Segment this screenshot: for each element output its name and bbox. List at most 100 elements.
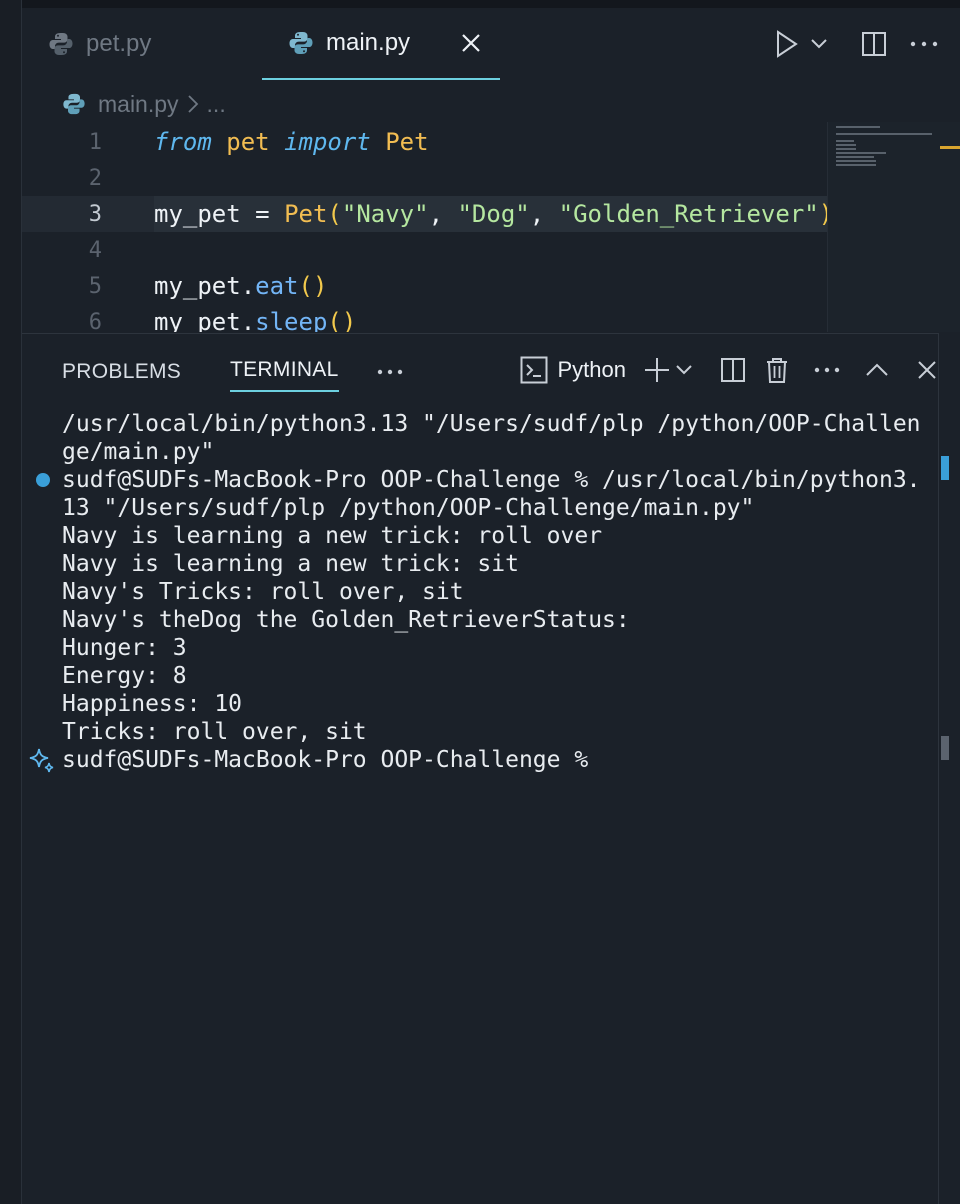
python-icon bbox=[49, 33, 73, 55]
terminal-output[interactable]: /usr/local/bin/python3.13 "/Users/sudf/p… bbox=[29, 410, 932, 774]
kill-terminal-button[interactable] bbox=[762, 350, 792, 390]
editor-actions bbox=[770, 8, 960, 80]
trash-icon bbox=[767, 358, 787, 383]
new-terminal-dropdown[interactable] bbox=[672, 350, 696, 390]
terminal-line: 13 "/Users/sudf/plp /python/OOP-Challeng… bbox=[62, 495, 755, 521]
code-token: . bbox=[240, 308, 256, 332]
code-token: ( bbox=[327, 200, 342, 228]
breadcrumb-file[interactable]: main.py bbox=[98, 91, 179, 118]
run-button[interactable] bbox=[770, 24, 804, 64]
breadcrumb: main.py ... bbox=[62, 86, 226, 122]
close-icon bbox=[918, 361, 936, 379]
code-line[interactable]: 1 from pet import Pet bbox=[22, 124, 827, 160]
terminal-line: Happiness: 10 bbox=[62, 691, 243, 717]
code-line[interactable]: 6 my_pet.sleep() bbox=[22, 304, 827, 332]
panel-more-actions-button[interactable] bbox=[810, 350, 844, 390]
terminal-line: ge/main.py" bbox=[62, 439, 215, 465]
code-token: my_pet bbox=[154, 272, 241, 300]
terminal-line: sudf@SUDFs-MacBook-Pro OOP-Challenge % bbox=[62, 747, 589, 773]
code-token: pet bbox=[226, 128, 270, 156]
command-decoration-dot[interactable] bbox=[36, 473, 50, 487]
more-actions-button[interactable] bbox=[904, 24, 944, 64]
code-token: my_pet bbox=[154, 200, 241, 228]
code-token: eat bbox=[255, 272, 299, 300]
tab-pet-py[interactable]: pet.py bbox=[48, 8, 263, 80]
code-token: "Navy" bbox=[341, 200, 429, 228]
code-token: Pet bbox=[385, 128, 429, 156]
window-top-strip bbox=[0, 0, 960, 8]
python-icon bbox=[63, 93, 85, 115]
split-editor-button[interactable] bbox=[854, 24, 894, 64]
close-icon[interactable] bbox=[460, 32, 482, 54]
breadcrumb-symbols[interactable]: ... bbox=[207, 91, 226, 118]
code-text: my_pet = Pet("Navy", "Dog", "Golden_Retr… bbox=[154, 200, 827, 228]
minimap[interactable] bbox=[827, 122, 960, 332]
maximize-panel-button[interactable] bbox=[860, 350, 894, 390]
tab-main-py[interactable]: main.py bbox=[262, 8, 500, 80]
code-token: Pet bbox=[284, 200, 328, 228]
chevron-right-icon bbox=[187, 95, 198, 113]
code-editor[interactable]: 1 from pet import Pet 2 3 my_pet = Pet("Navy… bbox=[22, 122, 827, 332]
ellipsis-icon bbox=[377, 369, 403, 375]
terminal-line: Tricks: roll over, sit bbox=[62, 719, 367, 745]
split-editor-icon bbox=[862, 32, 886, 56]
split-terminal-icon bbox=[721, 358, 745, 382]
new-terminal-button[interactable] bbox=[642, 350, 672, 390]
code-line[interactable]: 3 my_pet = Pet("Navy", "Dog", "Golden_Ret… bbox=[22, 196, 827, 232]
tab-label: pet.py bbox=[86, 30, 152, 57]
code-text: my_pet.sleep() bbox=[154, 308, 356, 332]
ellipsis-icon bbox=[814, 367, 840, 373]
terminal-line: /usr/local/bin/python3.13 "/Users/sudf/p… bbox=[62, 411, 921, 437]
line-number: 5 bbox=[88, 273, 102, 299]
python-icon bbox=[289, 32, 313, 54]
code-line[interactable]: 4 bbox=[22, 232, 827, 268]
terminal-scrollbar[interactable] bbox=[938, 333, 960, 1204]
code-token: , bbox=[529, 200, 559, 228]
split-terminal-button[interactable] bbox=[716, 350, 750, 390]
terminal-line: Navy's Tricks: roll over, sit bbox=[62, 579, 464, 605]
chevron-up-icon bbox=[866, 363, 888, 376]
terminal-line: Navy's theDog the Golden_RetrieverStatus… bbox=[62, 607, 630, 633]
code-token: () bbox=[327, 308, 357, 332]
editor-tab-bar: pet.py main.py bbox=[22, 8, 960, 80]
code-token: "Golden_Retriever" bbox=[558, 200, 819, 228]
code-line[interactable]: 5 my_pet.eat() bbox=[22, 268, 827, 304]
terminal-line: Navy is learning a new trick: sit bbox=[62, 551, 519, 577]
line-number: 6 bbox=[88, 309, 102, 333]
scrollbar-thumb[interactable] bbox=[941, 736, 949, 760]
code-token: ) bbox=[819, 200, 827, 228]
plus-icon bbox=[645, 358, 669, 382]
terminal-line: sudf@SUDFs-MacBook-Pro OOP-Challenge % /… bbox=[62, 467, 921, 493]
terminal-shell-selector[interactable]: Python bbox=[516, 350, 643, 390]
code-token: import bbox=[284, 128, 371, 156]
code-text: from pet import Pet bbox=[154, 128, 429, 156]
tab-problems[interactable]: PROBLEMS bbox=[62, 352, 181, 392]
code-token: my_pet bbox=[154, 308, 241, 332]
line-number: 2 bbox=[88, 165, 102, 191]
code-token: "Dog" bbox=[457, 200, 530, 228]
code-line[interactable]: 2 bbox=[22, 160, 827, 196]
terminal-actions: Python bbox=[516, 348, 960, 392]
line-number: 4 bbox=[88, 237, 102, 263]
panel-more-button[interactable] bbox=[377, 352, 407, 392]
sparkle-icon[interactable] bbox=[28, 746, 56, 774]
code-token: () bbox=[298, 272, 328, 300]
code-token: , bbox=[428, 200, 458, 228]
tab-label: main.py bbox=[326, 29, 411, 56]
tab-terminal[interactable]: TERMINAL bbox=[230, 352, 339, 392]
terminal-icon bbox=[520, 356, 547, 384]
terminal-line: Navy is learning a new trick: roll over bbox=[62, 523, 603, 549]
activity-bar bbox=[0, 0, 22, 1204]
terminal-line: Hunger: 3 bbox=[62, 635, 187, 661]
line-number: 1 bbox=[88, 129, 102, 155]
play-icon bbox=[777, 30, 798, 58]
terminal-shell-label: Python bbox=[557, 357, 627, 382]
terminal-line: Energy: 8 bbox=[62, 663, 187, 689]
chevron-down-icon bbox=[811, 39, 827, 49]
ellipsis-icon bbox=[910, 41, 938, 47]
panel-tab-bar: PROBLEMS TERMINAL Python bbox=[22, 334, 960, 404]
run-dropdown[interactable] bbox=[806, 24, 832, 64]
